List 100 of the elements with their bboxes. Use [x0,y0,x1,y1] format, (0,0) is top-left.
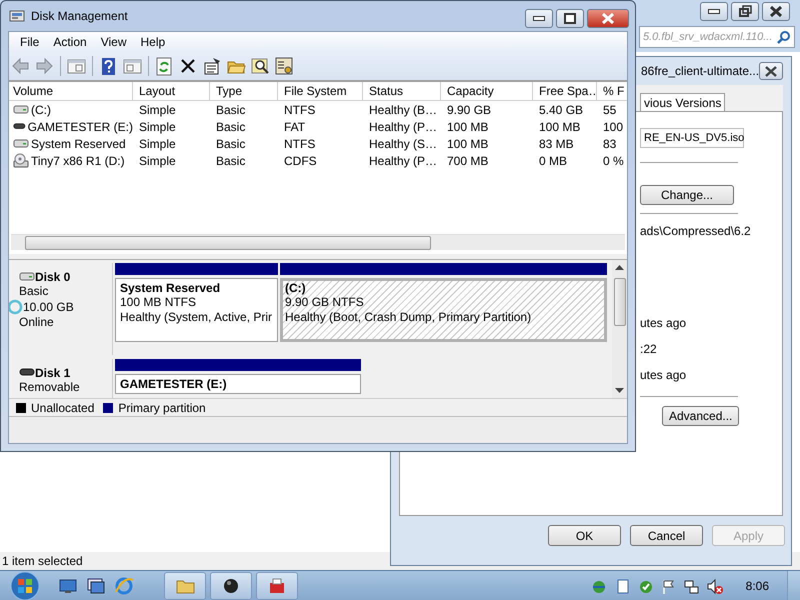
column-header[interactable]: Volume [9,82,133,100]
taskbar-button[interactable] [210,572,252,600]
window-title: Disk Management [31,9,129,23]
tab[interactable]: vious Versions [640,93,726,111]
table-cell-text: 100 [602,120,624,134]
disc-drive-icon [13,153,29,168]
table-cell-text: CDFS [283,154,318,168]
table-cell: Tiny7 x86 R1 (D:) [31,154,125,168]
windows-icon[interactable] [86,576,106,596]
table-cell-text: 9.90 GB [446,102,492,116]
table-cell-text: 0 MB [538,154,568,168]
table-cell-text: Simple [138,154,177,168]
partition-status: Healthy (System, Active, Prir [120,310,273,325]
table-cell-text: Healthy (P… [368,120,438,134]
restore-button[interactable] [731,2,759,21]
column-header[interactable]: Type [210,82,278,100]
time-text: :22 [640,342,658,356]
partition-block[interactable]: System Reserved 100 MB NTFS Healthy (System, Active, Prir [115,278,278,342]
settings-icon[interactable] [275,56,294,76]
column-header[interactable]: Status [363,82,441,100]
time-text: utes ago [640,368,686,382]
table-cell-text: Basic [215,136,246,150]
table-cell-text: Healthy (B… [368,102,438,116]
partition-name: System Reserved [120,281,222,295]
forward-arrow-icon[interactable] [35,56,54,76]
table-cell-text: 5.40 GB [538,102,584,116]
advanced-button[interactable]: Advanced... [662,406,740,426]
network-icon[interactable] [682,578,700,594]
partition-block[interactable]: GAMETESTER (E:) [115,374,361,394]
column-header[interactable]: % F [597,82,627,100]
table-cell-text: 55 [602,102,618,116]
panel-icon[interactable] [67,56,86,76]
column-header[interactable]: Layout [133,82,210,100]
busy-cursor-icon [9,299,23,315]
table-cell: (C:) [31,102,51,116]
partition-size: 9.90 GB NTFS [285,295,365,310]
table-cell-text: FAT [283,120,306,134]
partition-name: (C:) [285,281,307,295]
menu-item[interactable]: Action [46,35,94,49]
dialog-button[interactable]: OK [548,525,621,546]
magnifier-icon[interactable] [251,56,270,76]
disk-status: Online [19,315,55,330]
disk-name: Disk 1 [35,366,70,380]
help-icon[interactable] [99,56,118,76]
table-cell-text: 100 MB [446,136,490,150]
close-button[interactable] [762,2,790,21]
clock-text[interactable]: 8:06 [746,579,769,593]
partition-name: GAMETESTER (E:) [120,377,228,391]
table-cell-text: Healthy (P… [368,154,438,168]
table-cell: GAMETESTER (E:) [28,120,133,134]
column-header[interactable]: Capacity [441,82,533,100]
table-cell-text: Simple [138,120,177,134]
refresh-icon[interactable] [155,56,174,76]
speaker-muted-icon[interactable] [706,578,723,594]
file-name-field[interactable]: RE_EN-US_DV5.iso [640,128,744,148]
partition-size: 100 MB NTFS [120,295,198,310]
vertical-scrollbar[interactable] [612,260,627,398]
table-cell-text: 0 % [602,154,625,168]
table-cell-text: 83 MB [538,136,575,150]
dialog-title: 86fre_client-ultimate... [641,64,760,78]
search-icon [777,30,791,44]
back-arrow-icon[interactable] [11,56,30,76]
table-cell-text: Simple [138,102,177,116]
table-cell-text: 700 MB [446,154,490,168]
minimize-button[interactable] [525,9,553,28]
table-cell-text: 100 MB [446,120,490,134]
panel-icon[interactable] [123,56,142,76]
minimize-button[interactable] [700,2,728,21]
column-header[interactable]: File System [278,82,363,100]
time-text: utes ago [640,316,686,330]
partition-block[interactable]: (C:) 9.90 GB NTFS Healthy (Boot, Crash Dump, Primary Partition) [280,278,607,342]
legend-label: Unallocated [31,400,94,414]
disk-type: Basic [19,284,50,299]
disk-size: 10.00 GB [23,300,74,314]
table-cell-text: Basic [215,120,246,134]
table-cell: System Reserved [31,136,126,150]
change-button[interactable]: Change... [640,185,734,205]
menu-item[interactable]: View [94,35,134,49]
column-header[interactable]: Free Spa… [533,82,597,100]
menu-item[interactable]: File [13,35,46,49]
table-cell-text: NTFS [283,102,316,116]
scroll-up-icon [615,264,624,270]
close-button[interactable] [587,9,629,28]
disk-type: Removable [19,380,81,395]
ball-icon [221,576,241,596]
maximize-button[interactable] [556,9,584,28]
delete-icon[interactable] [179,56,198,76]
disk-name: Disk 0 [35,270,70,284]
properties-icon[interactable] [203,56,222,76]
table-cell-text: NTFS [283,136,316,150]
close-button[interactable] [759,62,784,80]
disk-management-icon [9,8,25,24]
table-cell-text: Simple [138,136,177,150]
scroll-down-icon [615,388,624,394]
horizontal-scrollbar[interactable] [11,234,625,250]
legend-label: Primary partition [118,400,206,414]
table-cell-text: Healthy (S… [368,136,438,150]
menu-item[interactable]: Help [134,35,172,49]
partition-status: Healthy (Boot, Crash Dump, Primary Partition) [285,310,532,325]
dialog-button[interactable]: Cancel [630,525,703,546]
